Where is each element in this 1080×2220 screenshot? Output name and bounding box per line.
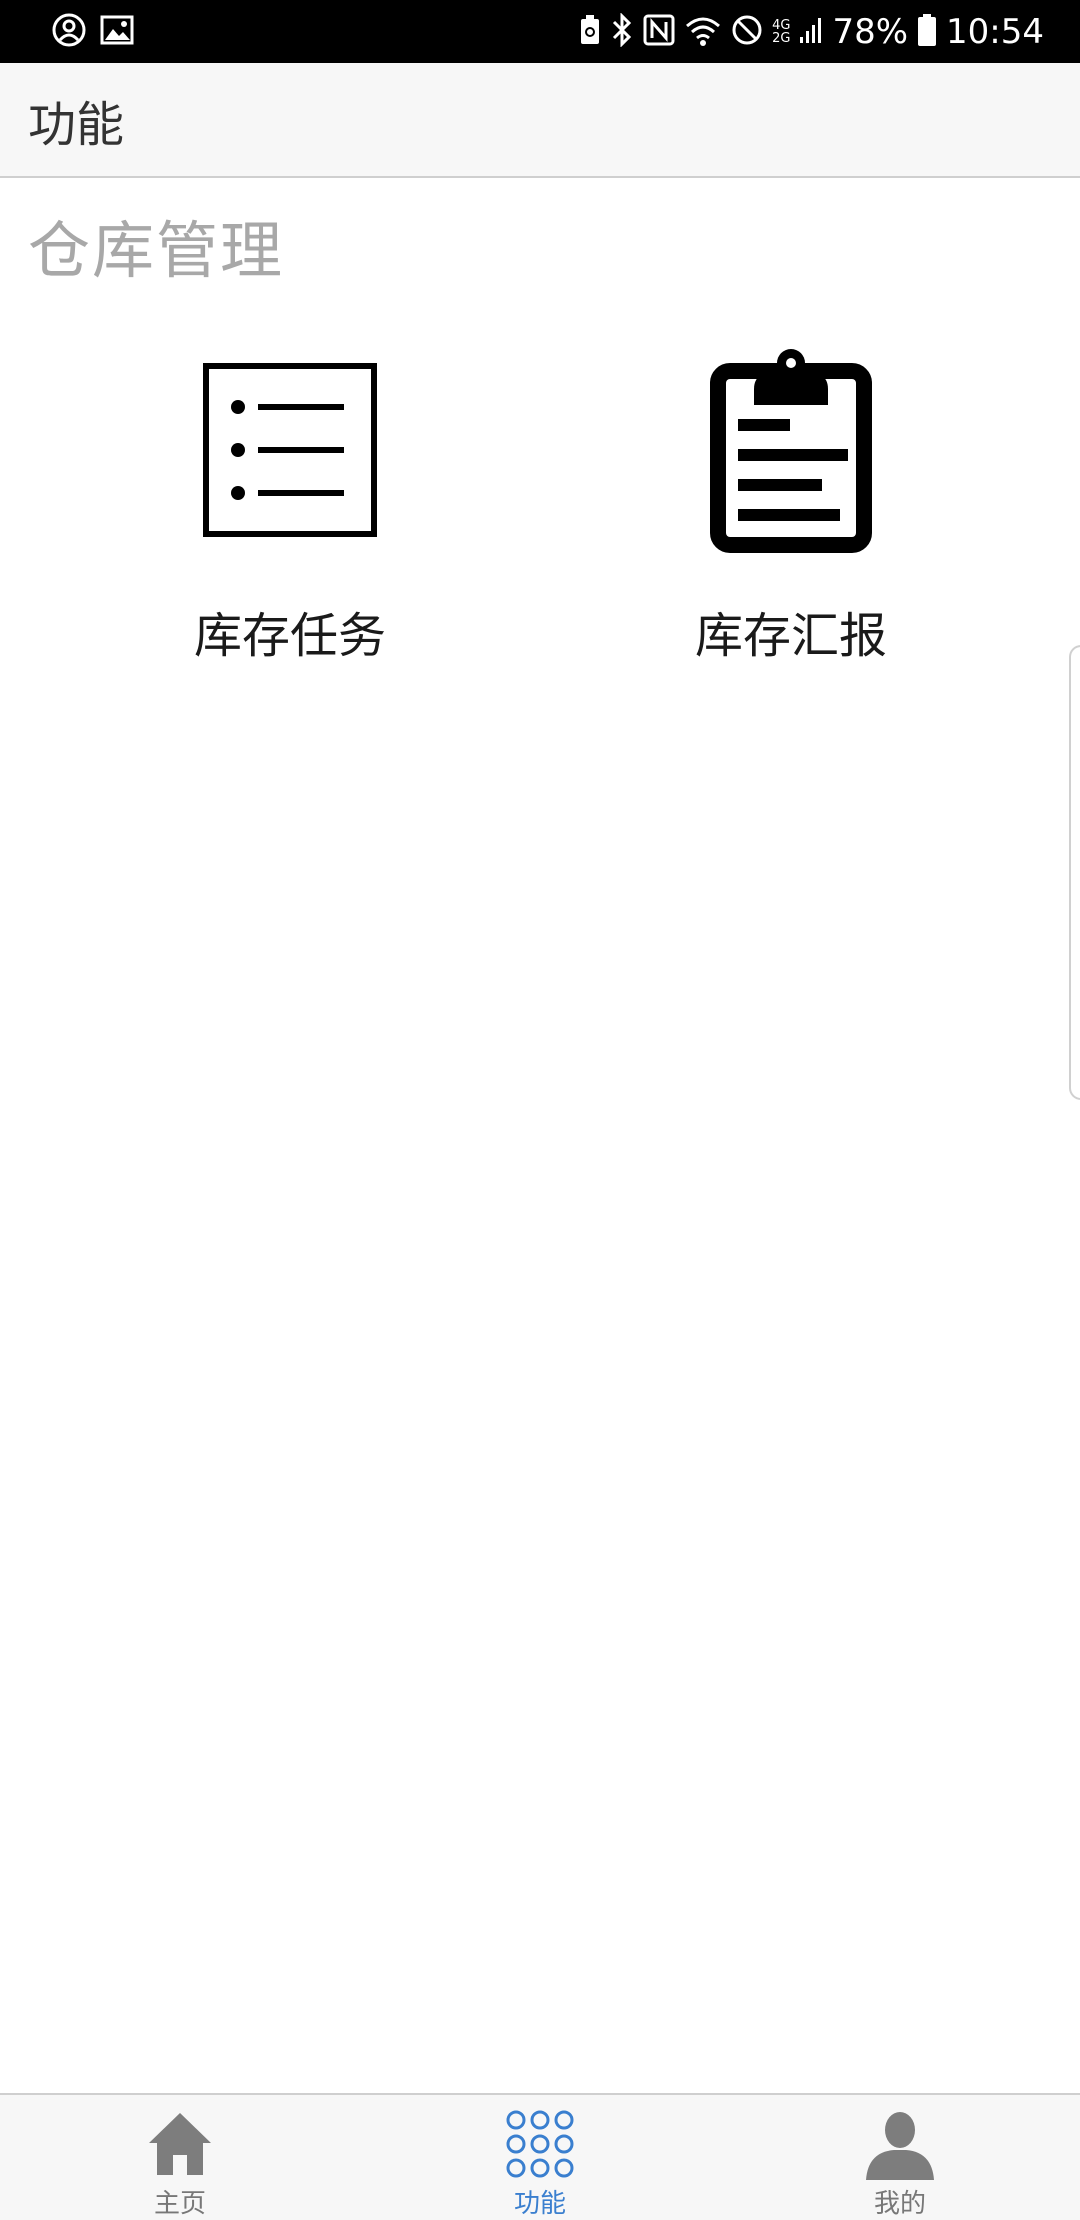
image-icon xyxy=(100,15,134,49)
nav-item-functions[interactable]: 功能 xyxy=(360,2095,720,2220)
signal-icon xyxy=(799,15,823,49)
nav-label-functions: 功能 xyxy=(513,2189,566,2219)
section-title: 仓库管理 xyxy=(28,214,285,287)
inventory-task-label: 库存任务 xyxy=(193,608,386,664)
battery-saver-icon xyxy=(579,14,601,50)
status-right: 4G 2G 78% 10:54 xyxy=(570,11,1044,52)
inventory-report-label: 库存汇报 xyxy=(694,608,887,664)
account-icon xyxy=(52,13,86,51)
bottom-nav: 主页 功能 我的 xyxy=(0,2093,1080,2220)
bluetooth-icon xyxy=(610,11,634,51)
apps-grid-icon xyxy=(500,2107,580,2181)
network-bottom-label: 2G xyxy=(772,30,791,46)
status-bar: 4G 2G 78% 10:54 xyxy=(0,0,1080,63)
clock: 10:54 xyxy=(946,11,1044,52)
nav-label-profile: 我的 xyxy=(873,2189,926,2219)
network-top-label: 4G xyxy=(772,17,791,33)
inventory-report-button[interactable]: 库存汇报 xyxy=(611,340,971,670)
list-icon xyxy=(200,340,380,560)
wifi-icon xyxy=(684,14,722,50)
nav-item-home[interactable]: 主页 xyxy=(0,2095,360,2220)
home-icon xyxy=(140,2107,220,2181)
edge-panel-handle[interactable] xyxy=(1069,645,1080,1100)
status-left xyxy=(52,13,148,51)
network-type: 4G 2G xyxy=(772,19,790,45)
inventory-task-button[interactable]: 库存任务 xyxy=(110,340,470,670)
battery-percent: 78% xyxy=(832,11,909,52)
feature-grid: 库存任务 库存汇报 xyxy=(0,340,1080,670)
nav-item-profile[interactable]: 我的 xyxy=(720,2095,1080,2220)
profile-icon xyxy=(860,2107,940,2181)
do-not-disturb-icon xyxy=(731,14,763,50)
app-bar: 功能 xyxy=(0,63,1080,178)
clipboard-icon xyxy=(701,340,881,560)
nav-label-home: 主页 xyxy=(153,2189,206,2219)
nfc-icon xyxy=(643,14,675,50)
battery-icon xyxy=(917,13,937,51)
page-title: 功能 xyxy=(28,96,125,153)
